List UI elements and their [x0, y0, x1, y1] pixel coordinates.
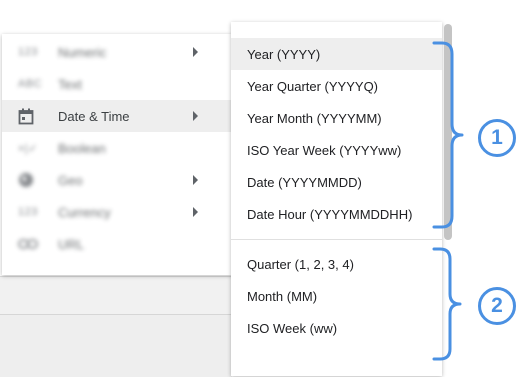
submenu-item-date-hour[interactable]: Date Hour (YYYYMMDDHH)	[231, 198, 442, 230]
background-panel-row	[0, 276, 232, 315]
background-panel-row	[0, 314, 232, 377]
menu-item-boolean[interactable]: ×|✓ Boolean	[2, 132, 232, 164]
annotation-badge-2: 2	[478, 287, 516, 325]
calendar-icon	[2, 108, 58, 125]
menu-item-label: Text	[58, 76, 82, 92]
menu-item-label: Numeric	[58, 44, 107, 60]
annotation-badge-1: 1	[478, 119, 516, 157]
boolean-icon: ×|✓	[18, 142, 38, 155]
date-time-submenu: Year (YYYY) Year Quarter (YYYYQ) Year Mo…	[231, 22, 442, 376]
field-type-menu: 123 Numeric ABC Text Date & Time ×|✓ Boo…	[2, 34, 232, 275]
submenu-item-year-month[interactable]: Year Month (YYYYMM)	[231, 102, 442, 134]
submenu-item-iso-year-week[interactable]: ISO Year Week (YYYYww)	[231, 134, 442, 166]
menu-item-text[interactable]: ABC Text	[2, 68, 232, 100]
submenu-arrow-icon	[193, 111, 198, 121]
submenu-item-month[interactable]: Month (MM)	[231, 280, 442, 312]
menu-item-numeric[interactable]: 123 Numeric	[2, 36, 232, 68]
menu-item-url[interactable]: URL	[2, 228, 232, 260]
currency-icon: 123	[18, 206, 38, 218]
link-icon	[2, 239, 58, 249]
submenu-item-iso-week[interactable]: ISO Week (ww)	[231, 312, 442, 344]
submenu-item-quarter[interactable]: Quarter (1, 2, 3, 4)	[231, 248, 442, 280]
group2-brace	[432, 247, 462, 361]
submenu-item-year-quarter[interactable]: Year Quarter (YYYYQ)	[231, 70, 442, 102]
globe-icon	[2, 172, 58, 188]
numeric-icon: 123	[18, 46, 38, 58]
menu-item-label: URL	[58, 236, 85, 252]
menu-item-geo[interactable]: Geo	[2, 164, 232, 196]
group1-brace	[432, 41, 464, 229]
menu-item-label: Currency	[58, 204, 111, 220]
menu-item-date-time[interactable]: Date & Time	[2, 100, 232, 132]
submenu-arrow-icon	[193, 207, 198, 217]
text-icon: ABC	[18, 78, 43, 90]
submenu-item-year[interactable]: Year (YYYY)	[231, 38, 442, 70]
submenu-divider	[231, 239, 442, 240]
menu-item-label: Date & Time	[58, 108, 130, 124]
menu-item-label: Boolean	[58, 140, 106, 156]
menu-item-currency[interactable]: 123 Currency	[2, 196, 232, 228]
submenu-arrow-icon	[193, 47, 198, 57]
submenu-arrow-icon	[193, 175, 198, 185]
menu-item-label: Geo	[58, 172, 83, 188]
submenu-item-date[interactable]: Date (YYYYMMDD)	[231, 166, 442, 198]
